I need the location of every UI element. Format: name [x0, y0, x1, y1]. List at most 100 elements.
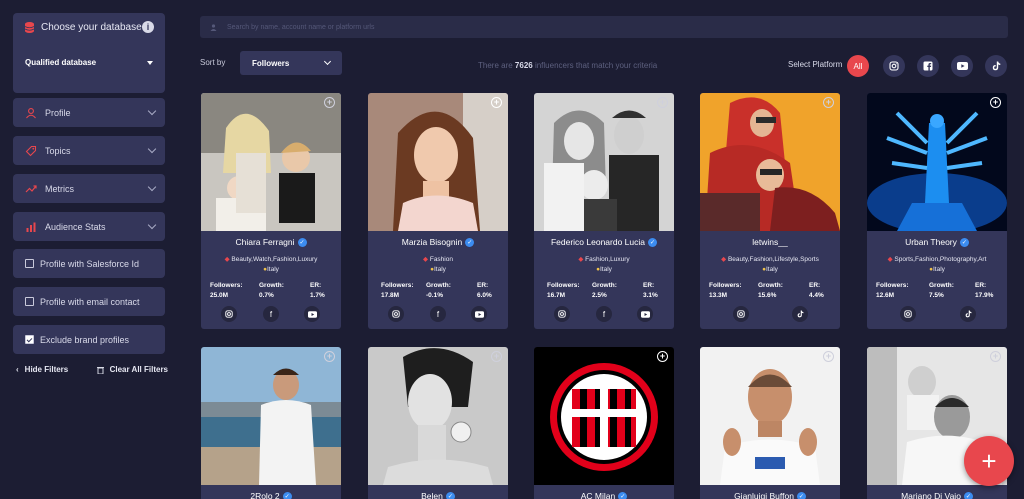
add-plus-icon[interactable]: +: [657, 97, 668, 108]
stat-er: ER: 3.1%: [643, 281, 658, 301]
influencer-card[interactable]: + Marzia Bisognin ✓ ◆ Fashion ●Italy Foll…: [368, 93, 508, 329]
add-plus-icon[interactable]: +: [823, 97, 834, 108]
sidebar: Choose your database i Qualified databas…: [0, 0, 178, 499]
influencer-name[interactable]: letwins__: [752, 237, 787, 247]
influencer-name[interactable]: AC Milan: [581, 491, 615, 499]
influencer-card[interactable]: + Federico Leonardo Lucia ✓ ◆ Fashion,Lux…: [534, 93, 674, 329]
influencer-name[interactable]: Federico Leonardo Lucia: [551, 237, 645, 247]
influencer-card[interactable]: + AC Milan ✓: [534, 347, 674, 499]
filter-metrics[interactable]: Metrics: [13, 174, 165, 203]
stat-followers: Followers: 25.0M: [210, 281, 243, 301]
verified-icon: ✓: [465, 237, 475, 247]
tag-icon: ◆: [224, 256, 230, 263]
instagram-icon[interactable]: [554, 306, 570, 322]
check-salesforce-id[interactable]: Profile with Salesforce Id: [13, 249, 165, 278]
tiktok-icon: [992, 61, 1000, 71]
influencer-name[interactable]: Belen: [421, 491, 443, 499]
instagram-icon[interactable]: [900, 306, 916, 322]
check-exclude-brands[interactable]: Exclude brand profiles: [13, 325, 165, 354]
instagram-icon[interactable]: [221, 306, 237, 322]
stat-value: 15.6%: [758, 292, 777, 299]
instagram-icon[interactable]: [733, 306, 749, 322]
influencer-card[interactable]: + Gianluigi Buffon ✓: [700, 347, 840, 499]
filter-profile[interactable]: Profile: [13, 98, 165, 127]
influencer-card[interactable]: + Urban Theory ✓ ◆ Sports,Fashion,Photogr…: [867, 93, 1007, 329]
youtube-icon[interactable]: [471, 306, 487, 322]
email-checkbox[interactable]: [25, 297, 34, 306]
facebook-icon[interactable]: f: [263, 306, 279, 322]
verified-icon: ✓: [618, 491, 628, 499]
results-count: There are 7626 influencers that match yo…: [478, 61, 657, 70]
salesforce-checkbox[interactable]: [25, 259, 34, 268]
results-prefix: There are: [478, 61, 513, 70]
youtube-icon[interactable]: [304, 306, 320, 322]
verified-icon: ✓: [648, 237, 658, 247]
stat-growth: Growth: 2.5%: [592, 281, 617, 301]
database-dropdown[interactable]: Qualified database: [25, 58, 153, 67]
influencer-name[interactable]: Gianluigi Buffon: [734, 491, 794, 499]
platform-all-button[interactable]: All: [847, 55, 869, 77]
add-plus-icon[interactable]: +: [324, 351, 335, 362]
database-selector[interactable]: Choose your database i Qualified databas…: [13, 13, 165, 93]
chevron-down-icon: [147, 182, 157, 191]
influencer-card[interactable]: + Belen ✓: [368, 347, 508, 499]
check-email-contact[interactable]: Profile with email contact: [13, 287, 165, 316]
add-plus-icon[interactable]: +: [823, 351, 834, 362]
search-bar[interactable]: Search by name, account name or platform…: [200, 16, 1008, 38]
categories-text: Beauty,Watch,Fashion,Luxury: [231, 256, 318, 263]
influencer-name[interactable]: Mariano Di Vaio: [901, 491, 961, 499]
add-plus-icon[interactable]: +: [324, 97, 335, 108]
add-floating-button[interactable]: +: [964, 436, 1014, 486]
exclude-brands-checkbox[interactable]: [25, 335, 34, 344]
filter-topics[interactable]: Topics: [13, 136, 165, 165]
profile-photo: [700, 93, 840, 231]
stat-er: ER: 4.4%: [809, 281, 824, 301]
facebook-icon[interactable]: f: [430, 306, 446, 322]
influencer-card[interactable]: + letwins__ ◆ Beauty,Fashion,Lifestyle,S…: [700, 93, 840, 329]
influencer-card[interactable]: + Chiara Ferragni ✓ ◆ Beauty,Watch,Fashio…: [201, 93, 341, 329]
platform-tiktok-button[interactable]: [985, 55, 1007, 77]
hide-filters-button[interactable]: ‹ Hide Filters: [16, 365, 68, 374]
add-plus-icon[interactable]: +: [491, 97, 502, 108]
info-icon[interactable]: i: [142, 21, 154, 33]
categories-text: Beauty,Fashion,Lifestyle,Sports: [727, 256, 819, 263]
influencer-name[interactable]: Chiara Ferragni: [235, 237, 294, 247]
chevron-left-icon: ‹: [16, 365, 19, 374]
database-title: Choose your database: [41, 22, 142, 33]
facebook-icon[interactable]: f: [596, 306, 612, 322]
stat-value: 7.5%: [929, 292, 944, 299]
caret-down-icon: [147, 60, 153, 65]
tiktok-icon[interactable]: [792, 306, 808, 322]
categories-text: Fashion,Luxury: [585, 256, 630, 263]
sort-dropdown[interactable]: Followers: [240, 51, 342, 75]
platform-facebook-button[interactable]: [917, 55, 939, 77]
influencer-card[interactable]: + 2Rolo 2 ✓: [201, 347, 341, 499]
profile-photo: [534, 93, 674, 231]
chevron-down-icon: [323, 57, 332, 66]
stat-label: ER:: [643, 282, 655, 289]
add-plus-icon[interactable]: +: [990, 351, 1001, 362]
influencer-name-row: Urban Theory ✓: [867, 237, 1007, 247]
stat-growth: Growth: -0.1%: [426, 281, 451, 301]
influencer-name[interactable]: Marzia Bisognin: [402, 237, 462, 247]
instagram-icon: [889, 61, 899, 71]
influencer-name[interactable]: 2Rolo 2: [250, 491, 279, 499]
add-plus-icon[interactable]: +: [990, 97, 1001, 108]
add-plus-icon[interactable]: +: [491, 351, 502, 362]
stat-value: 12.6M: [876, 292, 895, 299]
stat-growth: Growth: 15.6%: [758, 281, 783, 301]
filter-audience-stats[interactable]: Audience Stats: [13, 212, 165, 241]
check-exclude-label: Exclude brand profiles: [40, 334, 130, 345]
platform-youtube-button[interactable]: [951, 55, 973, 77]
tiktok-icon[interactable]: [960, 306, 976, 322]
platform-instagram-button[interactable]: [883, 55, 905, 77]
search-input[interactable]: Search by name, account name or platform…: [227, 24, 374, 31]
add-plus-icon[interactable]: +: [657, 351, 668, 362]
instagram-icon[interactable]: [388, 306, 404, 322]
country: ●Italy: [867, 266, 1007, 273]
clear-filters-button[interactable]: Clear All Filters: [96, 365, 168, 374]
platform-label: Select Platform: [788, 60, 843, 69]
categories: ◆ Fashion,Luxury: [534, 255, 674, 263]
youtube-icon[interactable]: [637, 306, 653, 322]
influencer-name[interactable]: Urban Theory: [905, 237, 957, 247]
